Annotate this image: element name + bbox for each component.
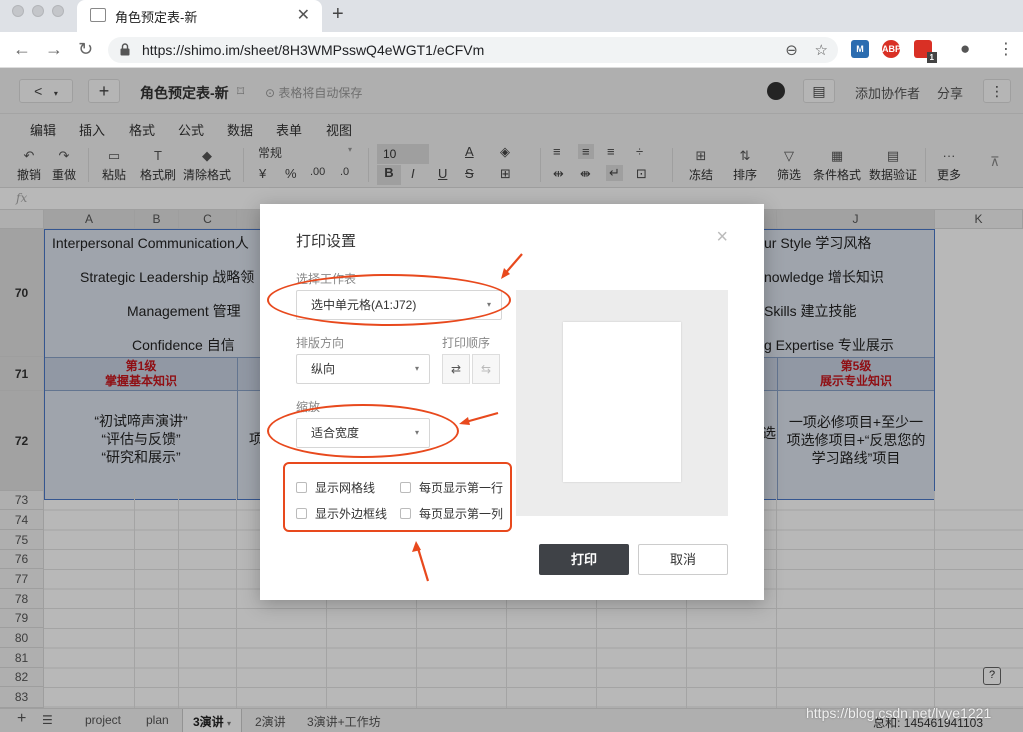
print-preview bbox=[516, 290, 728, 516]
back-arrow-icon[interactable]: ← bbox=[13, 39, 31, 60]
print-order-down-then-over-icon[interactable]: ⇄ bbox=[442, 354, 470, 384]
watermark: https://blog.csdn.net/lvye1221 bbox=[806, 705, 992, 721]
print-button[interactable]: 打印 bbox=[539, 544, 629, 575]
bookmark-star-icon[interactable]: ☆ bbox=[815, 42, 828, 59]
extension-badge: 1 bbox=[926, 52, 937, 63]
annotation-ellipse-scale bbox=[267, 404, 459, 458]
forward-arrow-icon[interactable]: → bbox=[45, 39, 63, 60]
dialog-title: 打印设置 bbox=[296, 233, 357, 250]
address-bar: ← → ↻ https://shimo.im/sheet/8H3WMPsswQ4… bbox=[0, 32, 1023, 68]
browser-tab[interactable]: 角色预定表-新 ✕ bbox=[77, 0, 322, 32]
orientation-value: 纵向 bbox=[311, 362, 336, 376]
extension-m-icon[interactable]: M bbox=[851, 40, 869, 58]
annotation-rect-options bbox=[283, 462, 512, 532]
sheet-favicon-icon bbox=[90, 8, 106, 22]
zoom-icon[interactable]: ⊖ bbox=[785, 42, 798, 59]
window-close-dot[interactable] bbox=[12, 5, 24, 17]
print-order-label: 打印顺序 bbox=[442, 336, 491, 350]
window-minimize-dot[interactable] bbox=[32, 5, 44, 17]
reload-icon[interactable]: ↻ bbox=[78, 39, 93, 60]
adblock-icon[interactable]: ABP bbox=[882, 40, 901, 58]
window-zoom-dot[interactable] bbox=[52, 5, 64, 17]
orientation-dropdown[interactable]: 纵向 ▾ bbox=[296, 354, 430, 384]
close-icon[interactable]: × bbox=[716, 226, 728, 249]
print-order-over-then-down-icon[interactable]: ⇆ bbox=[472, 354, 500, 384]
new-tab-icon[interactable]: + bbox=[332, 3, 344, 26]
browser-tab-strip: 角色预定表-新 ✕ + bbox=[0, 0, 1023, 32]
browser-menu-icon[interactable]: ⋮ bbox=[998, 39, 1014, 59]
annotation-ellipse-sheet-select bbox=[267, 274, 511, 326]
lock-icon bbox=[120, 43, 130, 56]
print-settings-dialog: 打印设置 × 选择工作表 选中单元格(A1:J72) ▾ 排版方向 纵向 ▾ 打… bbox=[260, 204, 764, 600]
url-text: https://shimo.im/sheet/8H3WMPsswQ4eWGT1/… bbox=[142, 42, 485, 58]
browser-tab-title: 角色预定表-新 bbox=[115, 10, 198, 25]
tab-close-icon[interactable]: ✕ bbox=[297, 5, 310, 25]
chevron-down-icon: ▾ bbox=[414, 364, 419, 373]
cancel-button[interactable]: 取消 bbox=[638, 544, 728, 575]
url-omnibox[interactable]: https://shimo.im/sheet/8H3WMPsswQ4eWGT1/… bbox=[108, 37, 838, 63]
orientation-label: 排版方向 bbox=[296, 336, 345, 350]
preview-page bbox=[563, 322, 681, 482]
extension-red-icon[interactable]: 1 bbox=[914, 40, 937, 63]
profile-icon[interactable]: ● bbox=[960, 39, 970, 59]
